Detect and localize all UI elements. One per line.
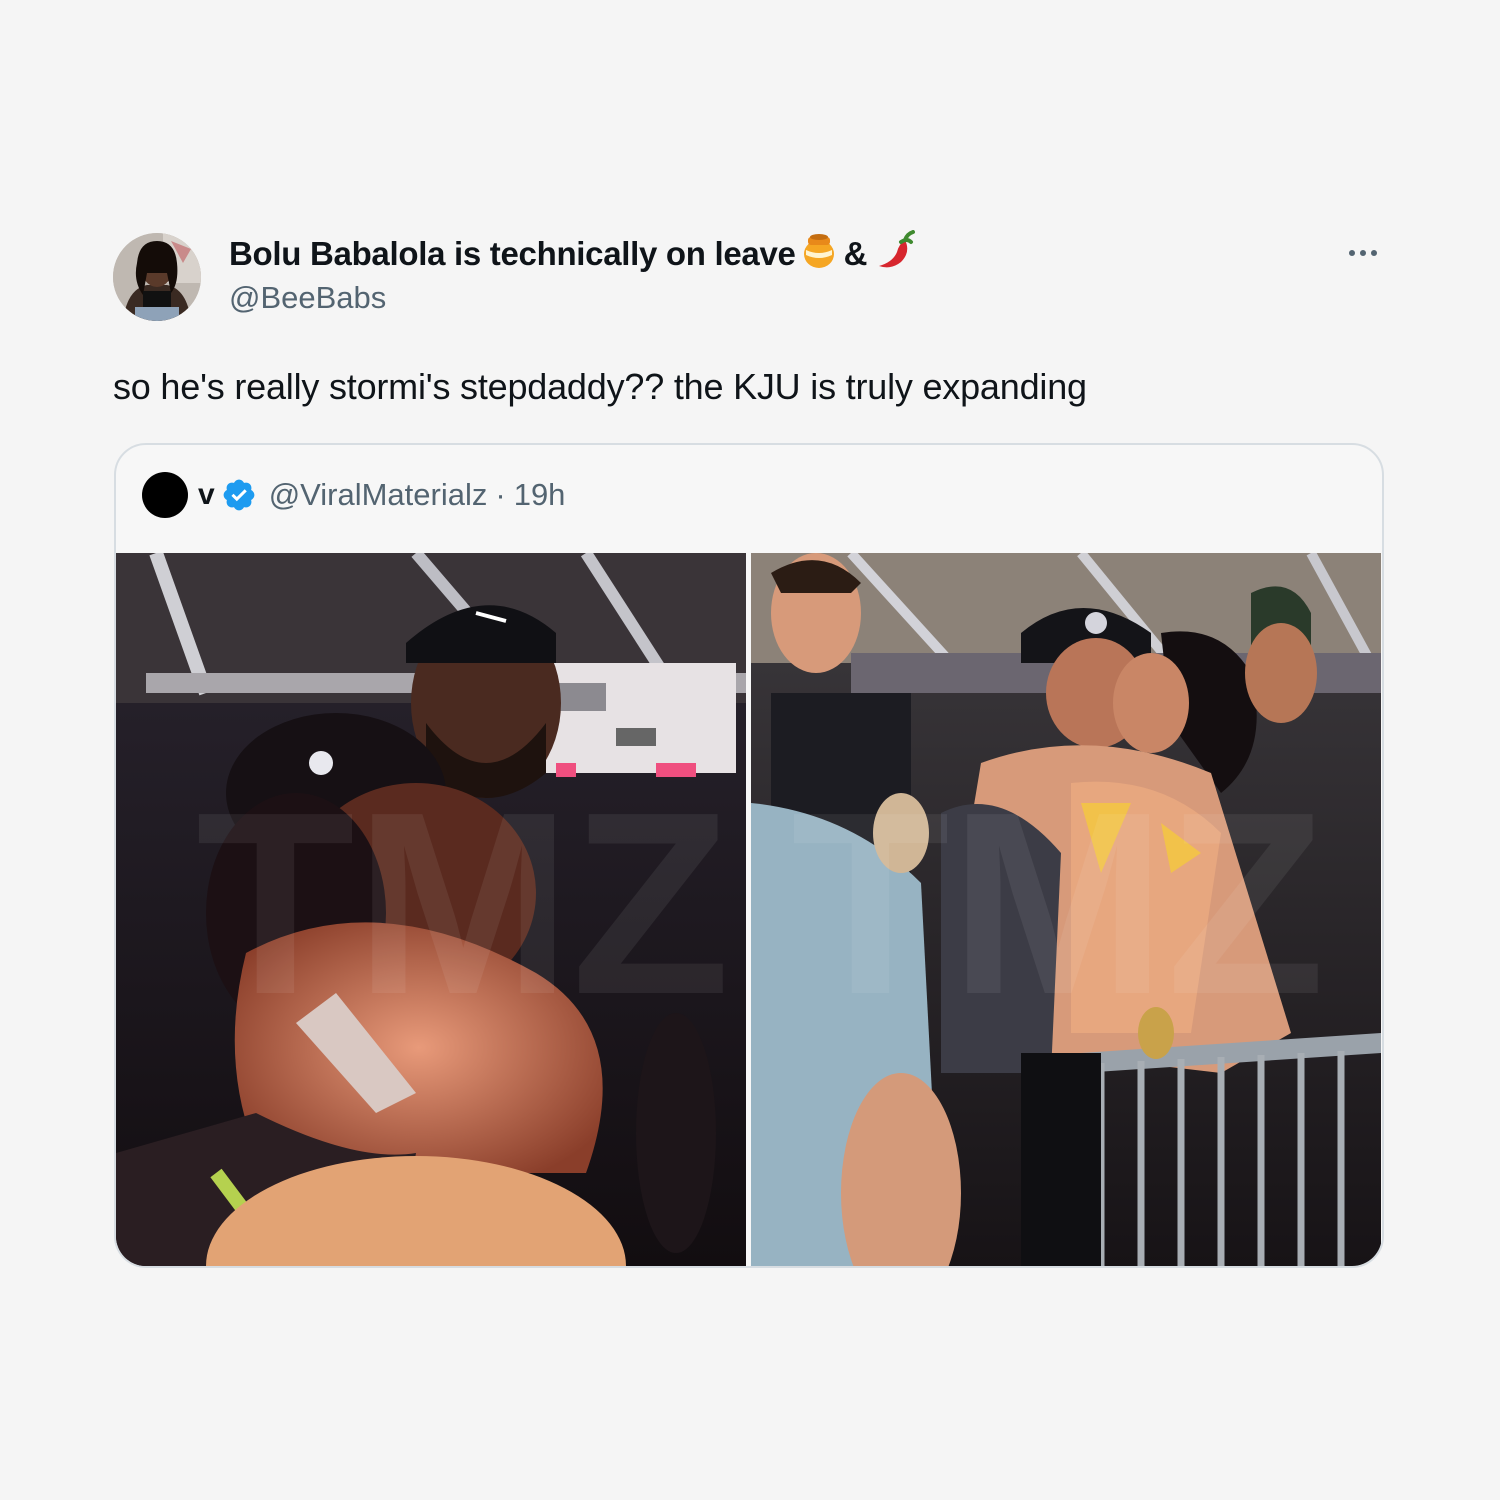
quoted-handle[interactable]: @ViralMaterialz [269, 477, 488, 513]
handle[interactable]: @BeeBabs [229, 280, 386, 316]
verified-badge-icon [221, 477, 257, 513]
display-name-text: Bolu Babalola is technically on leave [229, 235, 796, 272]
display-name[interactable]: Bolu Babalola is technically on leave & [229, 230, 916, 278]
tweet-text: so he's really stormi's stepdaddy?? the … [113, 366, 1087, 407]
tweet: Bolu Babalola is technically on leave & … [0, 0, 1500, 1500]
quoted-tweet[interactable]: v @ViralMaterialz · 19h TMZ TMZ [114, 443, 1384, 1268]
quoted-time[interactable]: 19h [514, 477, 566, 513]
hot-pepper-icon [875, 230, 916, 278]
quoted-tweet-header: v @ViralMaterialz · 19h [142, 471, 565, 519]
more-dots-icon[interactable] [1340, 238, 1386, 268]
media-grid: TMZ TMZ [116, 553, 1382, 1266]
avatar[interactable] [113, 233, 201, 321]
quoted-name[interactable]: v [198, 478, 215, 512]
svg-text:TMZ: TMZ [791, 759, 1325, 1049]
photo-right[interactable]: TMZ [751, 553, 1381, 1266]
svg-text:TMZ: TMZ [196, 759, 730, 1049]
photo-left[interactable]: TMZ [116, 553, 746, 1266]
quoted-separator: · [495, 477, 506, 512]
name-separator: & [843, 235, 868, 272]
quoted-avatar[interactable] [142, 472, 188, 518]
honey-pot-icon [802, 231, 836, 277]
